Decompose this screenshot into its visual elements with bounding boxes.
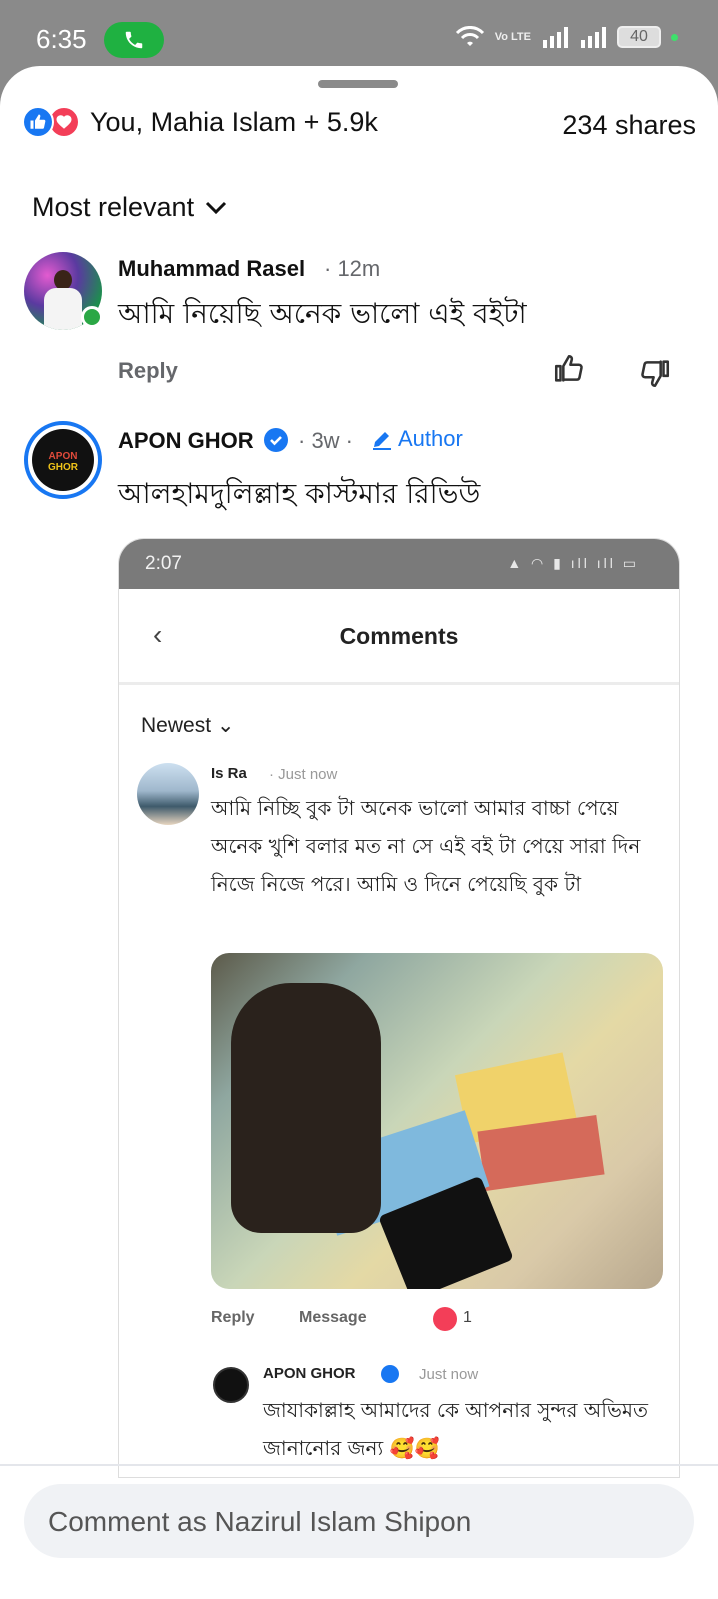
- shares-count[interactable]: 234 shares: [562, 110, 696, 141]
- embedded-reply-label: Reply: [211, 1309, 255, 1326]
- reactions-text: You, Mahia Islam + 5.9k: [90, 106, 378, 137]
- embedded-love-icon: [433, 1307, 457, 1331]
- commenter-name[interactable]: APON GHOR: [118, 428, 254, 454]
- embedded-sort: Newest ⌄: [141, 714, 235, 737]
- chevron-down-icon: [206, 201, 227, 214]
- battery-icon: 40: [617, 26, 661, 48]
- page-avatar[interactable]: APON GHOR: [24, 421, 102, 499]
- author-badge: Author: [370, 426, 463, 452]
- embedded-reply-text: জাযাকাল্লাহ আমাদের কে আপনার সুন্দর অভিমত…: [263, 1398, 648, 1460]
- thumbs-up-icon[interactable]: [552, 352, 586, 386]
- privacy-indicator-dot: [671, 33, 678, 41]
- reply-button[interactable]: Reply: [118, 358, 178, 384]
- signal-icon: [543, 27, 568, 48]
- volte-label: Vo LTE: [494, 30, 531, 43]
- embedded-verified-icon: [381, 1365, 399, 1383]
- embedded-photo: [211, 953, 663, 1289]
- composer-divider: [0, 1464, 718, 1466]
- embedded-status-time: 2:07: [145, 553, 182, 574]
- embedded-page-avatar: [213, 1367, 249, 1403]
- embedded-reply-time: Just now: [419, 1366, 479, 1383]
- reactions-summary[interactable]: You, Mahia Islam + 5.9k: [22, 106, 378, 138]
- embedded-comment-time: · Just now: [269, 766, 338, 783]
- author-label: Author: [398, 426, 463, 451]
- phone-icon: [125, 31, 143, 49]
- embedded-status-bar: 2:07 ▲ ◠ ▮ ıll ıll ▭: [119, 539, 679, 589]
- sort-dropdown[interactable]: Most relevant: [32, 192, 228, 223]
- embedded-reaction-count: 1: [463, 1309, 472, 1326]
- comment-text: আমি নিয়েছি অনেক ভালো এই বইটা: [118, 297, 527, 330]
- comment-time: · 12m: [324, 256, 381, 281]
- embedded-commenter-name: Is Ra: [211, 765, 247, 782]
- signal-icon-2: [581, 27, 606, 48]
- verified-badge-icon: [264, 428, 288, 452]
- commenter-name[interactable]: Muhammad Rasel: [118, 256, 305, 282]
- comment-time: · 3w ·: [298, 428, 353, 453]
- status-icons: Vo LTE 40: [455, 26, 678, 48]
- embedded-header: ‹ Comments: [119, 589, 679, 685]
- sort-label: Most relevant: [32, 192, 195, 222]
- embedded-reply-name: APON GHOR: [263, 1365, 356, 1382]
- pencil-icon: [373, 432, 391, 450]
- like-reaction-icon: [22, 106, 54, 138]
- embedded-message-label: Message: [299, 1309, 367, 1326]
- embedded-title: Comments: [339, 623, 459, 649]
- embedded-avatar: [137, 763, 199, 825]
- comment-input-placeholder: Comment as Nazirul Islam Shipon: [48, 1506, 472, 1537]
- embedded-status-icons: ▲ ◠ ▮ ıll ıll ▭: [507, 555, 639, 571]
- comment-input[interactable]: Comment as Nazirul Islam Shipon: [24, 1484, 694, 1558]
- thumbs-down-icon[interactable]: [638, 356, 672, 390]
- drag-handle[interactable]: [318, 80, 398, 88]
- page-logo: APON GHOR: [48, 451, 78, 473]
- comment-text: আলহামদুলিল্লাহ কাস্টমার রিভিউ: [118, 477, 481, 510]
- embedded-comment-text: আমি নিচ্ছি বুক টা অনেক ভালো আমার বাচ্চা …: [211, 796, 641, 896]
- wifi-icon: [455, 26, 484, 46]
- comments-sheet: You, Mahia Islam + 5.9k 234 shares Most …: [0, 66, 718, 1599]
- online-status-dot: [81, 306, 103, 328]
- status-time: 6:35: [36, 24, 87, 54]
- comment-attachment-image[interactable]: 2:07 ▲ ◠ ▮ ıll ıll ▭ ‹ Comments Newest ⌄…: [118, 538, 680, 1478]
- status-bar: 6:35 Vo LTE 40: [0, 0, 718, 72]
- ongoing-call-pill[interactable]: [104, 22, 164, 58]
